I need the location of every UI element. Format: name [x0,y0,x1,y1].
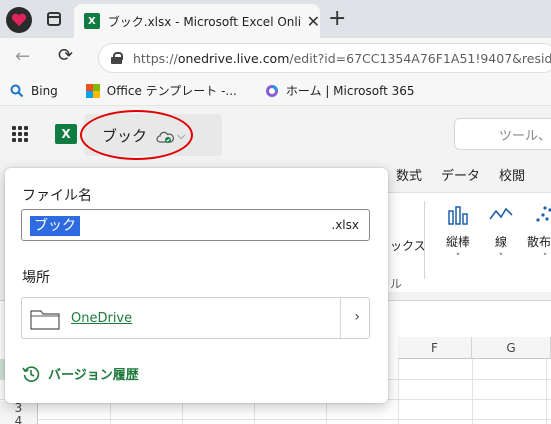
bookmark-label: Bing [31,83,58,98]
browser-nav-bar: ← ⟳ https://onedrive.live.com/edit?id=67… [0,38,551,76]
tab-review[interactable]: 校閲 [499,165,525,184]
grid-line [472,359,473,424]
red-annotation-circle [80,110,193,160]
app-launcher-icon[interactable] [12,126,28,142]
line-chart-label: 線 [494,235,507,249]
grid-line [398,359,399,424]
tab-formulas[interactable]: 数式 [396,165,422,184]
dropdown-chevron-icon: ˅ [542,253,548,263]
browser-tab-strip: X ブック.xlsx - Microsoft Excel Online ✕ + [0,0,551,38]
microsoft-logo-icon [85,83,100,98]
version-history-label: バージョン履歴 [48,368,139,383]
ribbon-tab-bar: 数式 データ 校閲 [388,160,551,188]
column-header-f[interactable]: F [398,337,472,359]
profile-heart-icon[interactable] [6,7,32,33]
location-label: 場所 [22,270,50,286]
tab-actions-icon[interactable] [47,12,61,26]
address-bar[interactable]: https://onedrive.live.com/edit?id=67CC13… [98,43,551,73]
column-chart-label: 縦棒 [445,235,470,249]
excel-logo-icon[interactable]: X [55,124,77,144]
bookmark-bing[interactable]: Bing [10,84,58,98]
bing-search-icon [10,84,24,97]
column-chart-icon [448,206,468,225]
tab-close-icon[interactable]: ✕ [307,12,320,31]
filename-label: ファイル名 [22,188,92,204]
folder-icon [30,310,60,330]
microsoft-365-icon [265,84,278,97]
bookmark-office-templates[interactable]: Office テンプレート -... [85,82,237,99]
line-chart-button[interactable]: 線 ˅ [481,205,521,263]
row-header-4[interactable]: 4 [0,414,38,424]
lock-icon[interactable] [111,52,123,64]
filename-input[interactable]: ブック .xlsx [21,209,370,241]
excel-favicon-icon: X [84,13,100,29]
ribbon-panel: ックス ル 縦棒 ˅ 線 ˅ 散布図 ˅ [388,192,551,292]
column-header-g[interactable]: G [472,337,551,359]
scatter-chart-icon [536,206,551,222]
line-chart-icon [489,207,513,220]
column-chart-button[interactable]: 縦棒 ˅ [438,205,478,263]
history-clock-icon [22,365,40,382]
file-info-panel: ファイル名 ブック .xlsx 場所 OneDrive › バージョン履歴 [5,168,388,403]
location-picker[interactable]: OneDrive › [21,297,370,339]
ribbon-divider [424,201,425,279]
back-arrow-icon[interactable]: ← [15,46,30,67]
bookmark-microsoft-365[interactable]: ホーム | Microsoft 365 [265,82,415,99]
filename-extension: .xlsx [331,218,359,232]
location-divider [340,298,341,338]
tab-title: ブック.xlsx - Microsoft Excel Online [107,14,301,29]
grid-line [546,359,547,424]
dropdown-chevron-icon: ˅ [455,253,461,263]
dropdown-chevron-icon: ˅ [498,253,504,263]
url-text: https://onedrive.live.com/edit?id=67CC13… [133,50,551,66]
bookmark-label: Office テンプレート -... [106,84,237,98]
active-browser-tab[interactable]: X ブック.xlsx - Microsoft Excel Online ✕ [74,4,320,38]
tab-data[interactable]: データ [441,165,480,184]
bookmark-label: ホーム | Microsoft 365 [285,84,415,98]
bookmarks-bar: Bing Office テンプレート -... ホーム | Microsoft … [0,76,551,106]
filename-selected-text[interactable]: ブック [30,216,80,236]
location-link-onedrive[interactable]: OneDrive [71,311,132,326]
row-header-3[interactable]: 3 [0,401,38,415]
scatter-chart-button[interactable]: 散布図 ˅ [523,205,551,263]
tool-search-input[interactable]: ツール、 [454,118,551,150]
grid-line [0,419,551,420]
version-history-button[interactable]: バージョン履歴 [22,364,139,383]
chevron-right-icon[interactable]: › [354,309,360,325]
scatter-chart-label: 散布図 [526,235,551,249]
reload-icon[interactable]: ⟳ [58,45,73,66]
ribbon-group-label: ル [390,277,403,291]
new-tab-button[interactable]: + [328,6,346,31]
ribbon-partial-label: ックス [390,239,426,253]
